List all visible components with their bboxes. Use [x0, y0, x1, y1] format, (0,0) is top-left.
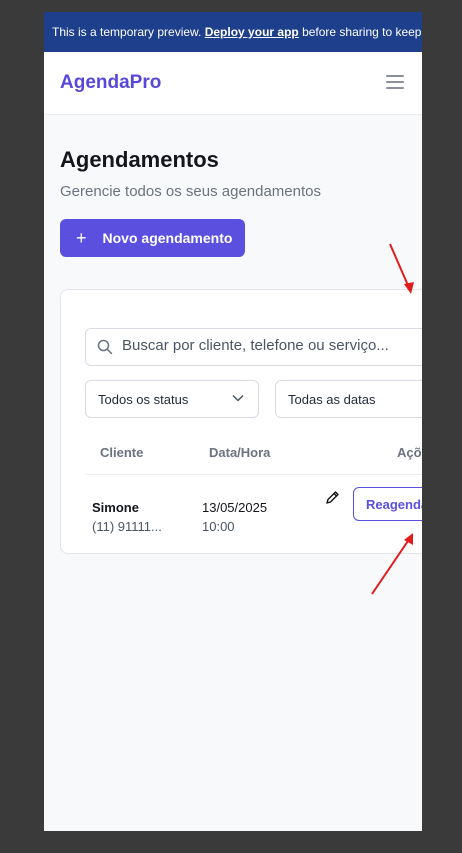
status-select-value: Todos os status: [98, 392, 189, 407]
date-select[interactable]: Todas as datas: [275, 380, 422, 418]
page-title: Agendamentos: [60, 147, 219, 172]
column-header-actions: Açõ: [397, 445, 422, 460]
search-field[interactable]: [85, 328, 422, 366]
hamburger-icon[interactable]: [386, 75, 404, 89]
status-select[interactable]: Todos os status: [85, 380, 259, 418]
search-icon: [97, 339, 113, 355]
row-client-name: Simone: [92, 500, 139, 515]
edit-pencil-icon[interactable]: [325, 490, 340, 505]
column-header-datetime: Data/Hora: [209, 445, 271, 460]
reschedule-button[interactable]: Reagenda: [353, 487, 422, 521]
row-client-phone: (11) 91111...: [92, 519, 162, 534]
banner-text-before: This is a temporary preview.: [52, 25, 205, 39]
appointments-card: Todos os status Todas as datas Cliente D…: [60, 289, 422, 554]
column-header-client: Cliente: [100, 445, 144, 460]
deploy-app-link[interactable]: Deploy your app: [205, 25, 299, 39]
search-input[interactable]: [120, 336, 422, 355]
app-viewport: This is a temporary preview. Deploy your…: [44, 12, 422, 831]
preview-banner: This is a temporary preview. Deploy your…: [44, 12, 422, 52]
new-appointment-button[interactable]: + Novo agendamento: [60, 219, 245, 257]
brand-logo[interactable]: AgendaPro: [60, 72, 161, 94]
annotation-arrow-top: [389, 243, 414, 294]
chevron-down-icon: [232, 394, 244, 402]
annotation-arrow-bottom: [371, 533, 413, 595]
new-appointment-label: Novo agendamento: [102, 230, 233, 246]
row-time: 10:00: [202, 519, 235, 534]
table-header-divider: [85, 474, 422, 475]
date-select-value: Todas as datas: [288, 392, 376, 407]
row-date: 13/05/2025: [202, 500, 268, 515]
plus-icon: +: [76, 227, 87, 248]
banner-text-after: before sharing to keep it l: [302, 25, 422, 39]
top-navbar: AgendaPro: [44, 52, 422, 115]
page-subtitle: Gerencie todos os seus agendamentos: [60, 183, 321, 200]
